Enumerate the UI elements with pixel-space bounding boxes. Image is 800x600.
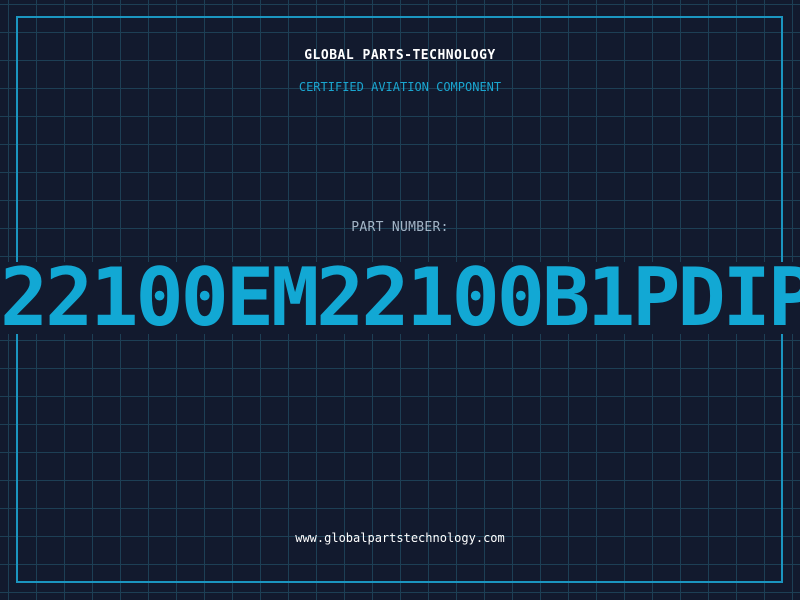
certification-subtitle: CERTIFIED AVIATION COMPONENT — [298, 80, 502, 94]
part-number-value: 22100EM22100B1PDIP — [0, 254, 800, 342]
website-url: www.globalpartstechnology.com — [295, 531, 505, 545]
part-number-label: PART NUMBER: — [351, 220, 449, 235]
company-name: GLOBAL PARTS-TECHNOLOGY — [304, 48, 496, 63]
